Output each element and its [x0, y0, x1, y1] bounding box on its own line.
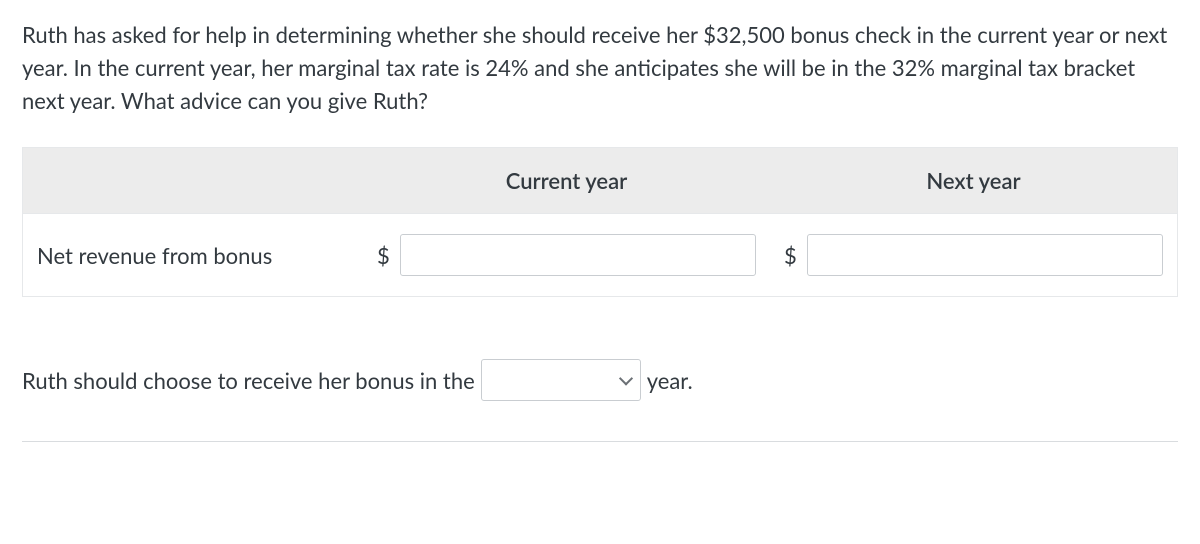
divider — [22, 441, 1178, 442]
row-label-net-revenue: Net revenue from bonus — [23, 223, 363, 288]
cell-current-year: $ — [363, 214, 770, 296]
sentence-prefix: Ruth should choose to receive her bonus … — [22, 364, 475, 397]
dollar-sign-icon: $ — [784, 239, 797, 272]
year-select-wrap — [481, 359, 641, 401]
revenue-table: Current year Next year Net revenue from … — [22, 147, 1178, 297]
header-next-year: Next year — [770, 148, 1177, 213]
header-current-year: Current year — [363, 148, 770, 213]
input-next-year[interactable] — [807, 234, 1163, 276]
table-header-row: Current year Next year — [23, 148, 1177, 214]
question-text: Ruth has asked for help in determining w… — [22, 18, 1178, 117]
sentence-suffix: year. — [647, 364, 693, 397]
dollar-sign-icon: $ — [377, 239, 390, 272]
answer-sentence: Ruth should choose to receive her bonus … — [22, 359, 1178, 401]
input-current-year[interactable] — [400, 234, 756, 276]
header-blank — [23, 148, 363, 213]
cell-next-year: $ — [770, 214, 1177, 296]
table-row: Net revenue from bonus $ $ — [23, 214, 1177, 296]
year-select[interactable] — [481, 359, 641, 401]
